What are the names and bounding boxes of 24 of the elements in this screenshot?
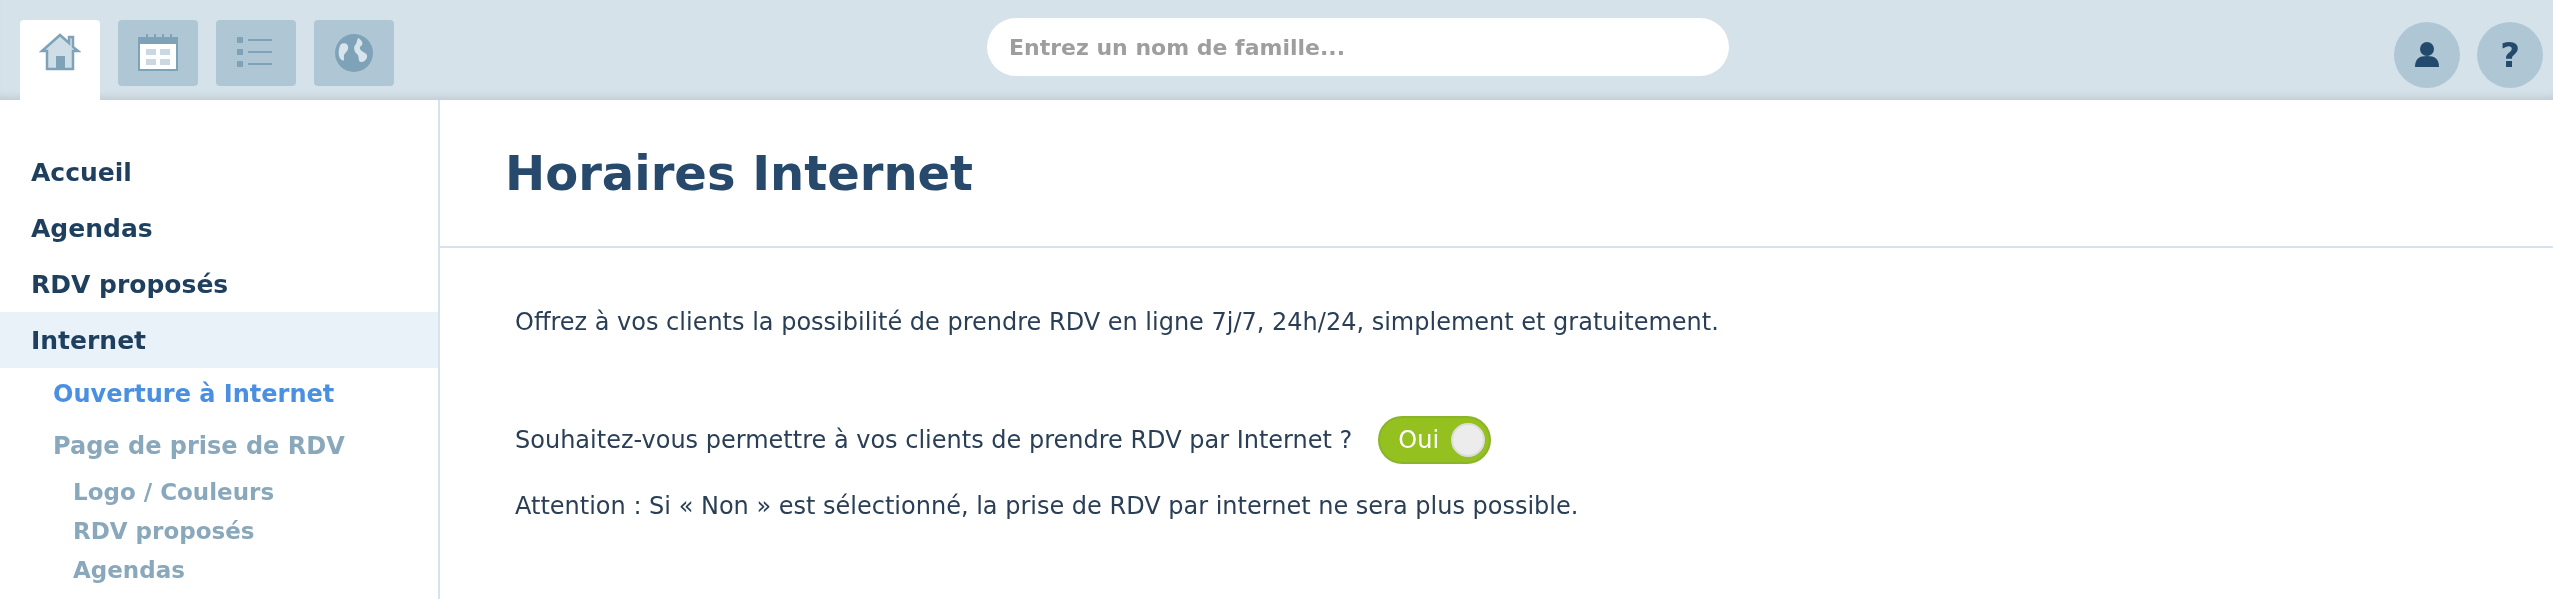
nav-tab[interactable] <box>314 20 394 86</box>
sidebar-item[interactable]: Page de prise de RDV <box>0 420 438 472</box>
sidebar-item[interactable]: Logo / Couleurs <box>0 472 438 511</box>
warning-text: Attention : Si « Non » est sélectionné, la prise de RDV par internet ne sera plus possible. <box>515 492 1580 520</box>
question-text: Souhaitez-vous permettre à vos clients de prendre RDV par Internet ? <box>515 426 1353 454</box>
home-icon <box>39 32 81 72</box>
sidebar-item[interactable]: Ouverture à Internet <box>0 368 438 420</box>
search-field[interactable]: Entrez un nom de famille... <box>987 18 1729 76</box>
nav-tab[interactable] <box>216 20 296 86</box>
sidebar-item[interactable]: Agendas <box>0 200 438 256</box>
intro-text: Offrez à vos clients la possibilité de prendre RDV en ligne 7j/7, 24h/24, simplement et gratuitement. <box>515 308 1720 336</box>
toggle-switch[interactable]: Oui <box>1378 416 1492 464</box>
sidebar-item[interactable]: Accueil <box>0 144 438 200</box>
nav-tab[interactable] <box>20 20 100 100</box>
globe-icon <box>333 32 375 74</box>
sidebar-item[interactable]: Agendas <box>0 550 438 589</box>
nav-tab[interactable] <box>118 20 198 86</box>
calendar-icon <box>137 32 179 72</box>
page-title: Horaires Internet <box>505 145 974 201</box>
sidebar-item[interactable]: RDV proposés <box>0 256 438 312</box>
sidebar-item[interactable]: RDV proposés <box>0 511 438 550</box>
help-button[interactable]: ? <box>2477 22 2543 88</box>
sidebar-item[interactable]: Internet <box>0 312 438 368</box>
user-icon <box>2415 41 2439 69</box>
